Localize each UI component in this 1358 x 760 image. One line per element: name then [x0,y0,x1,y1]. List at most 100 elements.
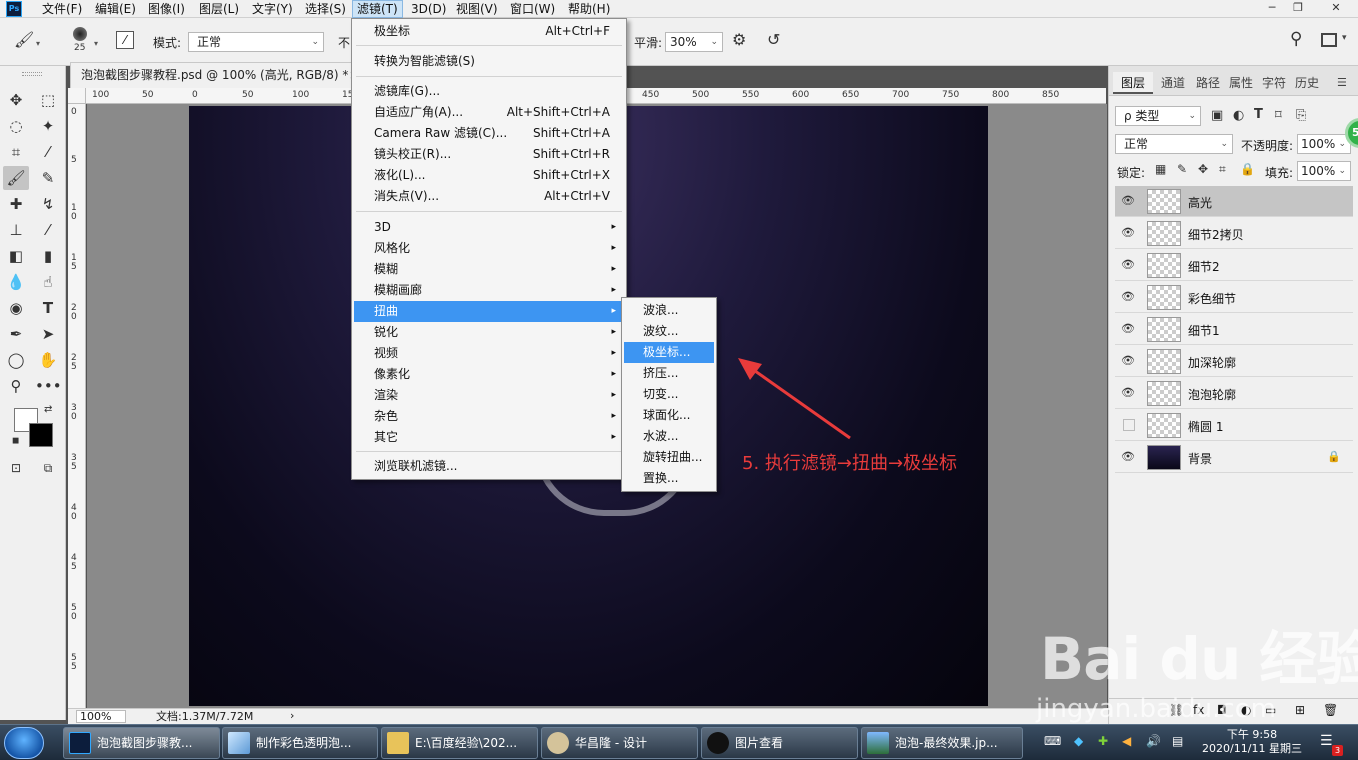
photoshop-logo-icon[interactable]: Ps [6,1,22,17]
tab-properties[interactable]: 属性 [1229,72,1253,94]
menu-item-render[interactable]: 渲染 ▸ [354,385,624,406]
lock-pixels-icon[interactable]: ✎ [1177,162,1187,176]
minimize-icon[interactable]: ─ [1260,0,1284,16]
action-center-icon[interactable]: ☰ [1320,733,1333,749]
eye-icon[interactable]: 👁 [1121,290,1135,303]
filter-shape-icon[interactable]: ⌑ [1275,108,1282,123]
menu-item-browse-online[interactable]: 浏览联机滤镜... [354,456,624,477]
layer-row[interactable]: 👁 彩色细节 [1115,282,1353,313]
menu-file[interactable]: 文件(F) [38,0,86,18]
eye-icon[interactable]: 👁 [1121,450,1135,463]
blur-tool-icon[interactable]: 💧 [3,270,29,294]
submenu-item-polar-coordinates[interactable]: 极坐标... [624,342,714,363]
filter-type-icon[interactable]: T [1254,107,1263,122]
fill-input[interactable]: 100% ⌄ [1297,161,1351,181]
brush-dropdown-icon[interactable]: ▾ [94,39,98,48]
dropdown-arrow-icon[interactable]: ▾ [36,39,40,48]
submenu-item-spherize[interactable]: 球面化... [624,405,714,426]
menu-item-noise[interactable]: 杂色 ▸ [354,406,624,427]
menu-item-blur-gallery[interactable]: 模糊画廊 ▸ [354,280,624,301]
eraser-tool-icon[interactable]: ◧ [3,244,29,268]
layer-row[interactable]: 👁 加深轮廓 [1115,346,1353,377]
menu-window[interactable]: 窗口(W) [506,0,559,18]
menu-layer[interactable]: 图层(L) [195,0,243,18]
menu-item-other[interactable]: 其它 ▸ [354,427,624,448]
eye-icon[interactable]: 👁 [1121,258,1135,271]
taskbar-item-photoshop[interactable]: 泡泡截图步骤教... [63,727,220,759]
menu-item-last-filter[interactable]: 极坐标 Alt+Ctrl+F [354,21,624,42]
layer-row[interactable]: 👁 高光 [1115,186,1353,217]
search-icon[interactable]: ⚲ [1290,29,1302,49]
tab-history[interactable]: 历史 [1295,72,1319,94]
path-select-icon[interactable]: ➤ [35,322,61,346]
ellipse-tool-icon[interactable]: ◯ [3,348,29,372]
panel-menu-icon[interactable]: ☰ [1337,76,1347,89]
zoom-tool-icon[interactable]: ⚲ [3,374,29,398]
default-colors-icon[interactable]: ◼ [12,436,19,446]
submenu-item-wave[interactable]: 波浪... [624,300,714,321]
brush-panel-icon[interactable]: ⁄ [116,31,134,49]
submenu-item-pinch[interactable]: 挤压... [624,363,714,384]
menu-item-smart-filter[interactable]: 转换为智能滤镜(S) [354,51,624,72]
tray-plus-icon[interactable]: ✚ [1098,734,1108,748]
marquee-tool-icon[interactable]: ⬚ [35,88,61,112]
screen-mode-icon[interactable]: ⧉ [35,456,61,480]
layer-row[interactable]: 👁 细节2 [1115,250,1353,281]
layer-filter-select[interactable]: ρ 类型 ⌄ [1115,106,1201,126]
eye-icon[interactable]: 👁 [1121,226,1135,239]
lasso-tool-icon[interactable]: ◌ [3,114,29,138]
tab-layers[interactable]: 图层 [1113,72,1153,94]
taskbar-item-document[interactable]: 制作彩色透明泡... [222,727,378,759]
menu-image[interactable]: 图像(I) [144,0,189,18]
smudge-tool-icon[interactable]: ☝ [35,270,61,294]
gradient-tool-icon[interactable]: ▮ [35,244,61,268]
magic-wand-tool-icon[interactable]: ✦ [35,114,61,138]
menu-item-liquify[interactable]: 液化(L)... Shift+Ctrl+X [354,165,624,186]
tray-app-icon[interactable]: ◆ [1074,734,1083,748]
pen-tool-icon[interactable]: ✒ [3,322,29,346]
clock[interactable]: 下午 9:58 2020/11/11 星期三 [1202,728,1302,756]
new-layer-icon[interactable]: ⊞ [1295,703,1305,717]
menu-help[interactable]: 帮助(H) [564,0,614,18]
hand-tool-icon[interactable]: ✋ [35,348,61,372]
volume-icon[interactable]: 🔊 [1146,734,1161,748]
type-tool-icon[interactable]: T [35,296,61,320]
art-brush-icon[interactable]: ⁄ [35,218,61,242]
blend-mode-select[interactable]: 正常 ⌄ [1115,134,1233,154]
lock-position-icon[interactable]: ✥ [1198,162,1208,176]
menu-view[interactable]: 视图(V) [452,0,502,18]
layer-row[interactable]: 椭圆 1 [1115,410,1353,441]
taskbar-item-image-file[interactable]: 泡泡-最终效果.jp... [861,727,1023,759]
document-tab[interactable]: 泡泡截图步骤教程.psd @ 100% (高光, RGB/8) * × [70,62,370,88]
submenu-item-shear[interactable]: 切变... [624,384,714,405]
submenu-item-ripple[interactable]: 波纹... [624,321,714,342]
brush-preset-icon[interactable] [73,27,87,41]
menu-item-sharpen[interactable]: 锐化 ▸ [354,322,624,343]
filter-adjustment-icon[interactable]: ◐ [1233,108,1244,123]
taskbar-item-chat[interactable]: 华昌隆 - 设计 [541,727,698,759]
more-tools-icon[interactable]: ••• [35,374,62,398]
gear-icon[interactable]: ⚙ [732,30,746,49]
filter-pixel-icon[interactable]: ▣ [1211,108,1223,123]
smooth-input[interactable]: 30% ⌄ [665,32,723,52]
eyedropper-tool-icon[interactable]: ⁄ [35,140,61,164]
menu-item-stylize[interactable]: 风格化 ▸ [354,238,624,259]
history-brush-icon[interactable]: ↯ [35,192,61,216]
menu-3d[interactable]: 3D(D) [407,0,450,18]
menu-item-adaptive-wide-angle[interactable]: 自适应广角(A)... Alt+Shift+Ctrl+A [354,102,624,123]
keyboard-icon[interactable]: ⌨ [1044,734,1061,748]
menu-item-video[interactable]: 视频 ▸ [354,343,624,364]
brush-tool-icon[interactable]: 🖌 [14,30,34,49]
lock-artboard-icon[interactable]: ⌗ [1219,162,1226,177]
vertical-ruler[interactable]: 0 5 1 0 1 5 2 0 2 5 3 0 3 5 4 0 4 5 5 0 … [68,104,86,708]
dodge-tool-icon[interactable]: ◉ [3,296,29,320]
pencil-tool-icon[interactable]: ✎ [35,166,61,190]
crop-tool-icon[interactable]: ⌗ [3,140,29,164]
menu-item-lens-correction[interactable]: 镜头校正(R)... Shift+Ctrl+R [354,144,624,165]
trash-icon[interactable]: 🗑 [1323,703,1338,717]
tray-warning-icon[interactable]: ◀ [1122,734,1131,748]
tab-channels[interactable]: 通道 [1161,72,1185,94]
menu-type[interactable]: 文字(Y) [248,0,297,18]
menu-item-pixelate[interactable]: 像素化 ▸ [354,364,624,385]
layer-row[interactable]: 👁 细节2拷贝 [1115,218,1353,249]
